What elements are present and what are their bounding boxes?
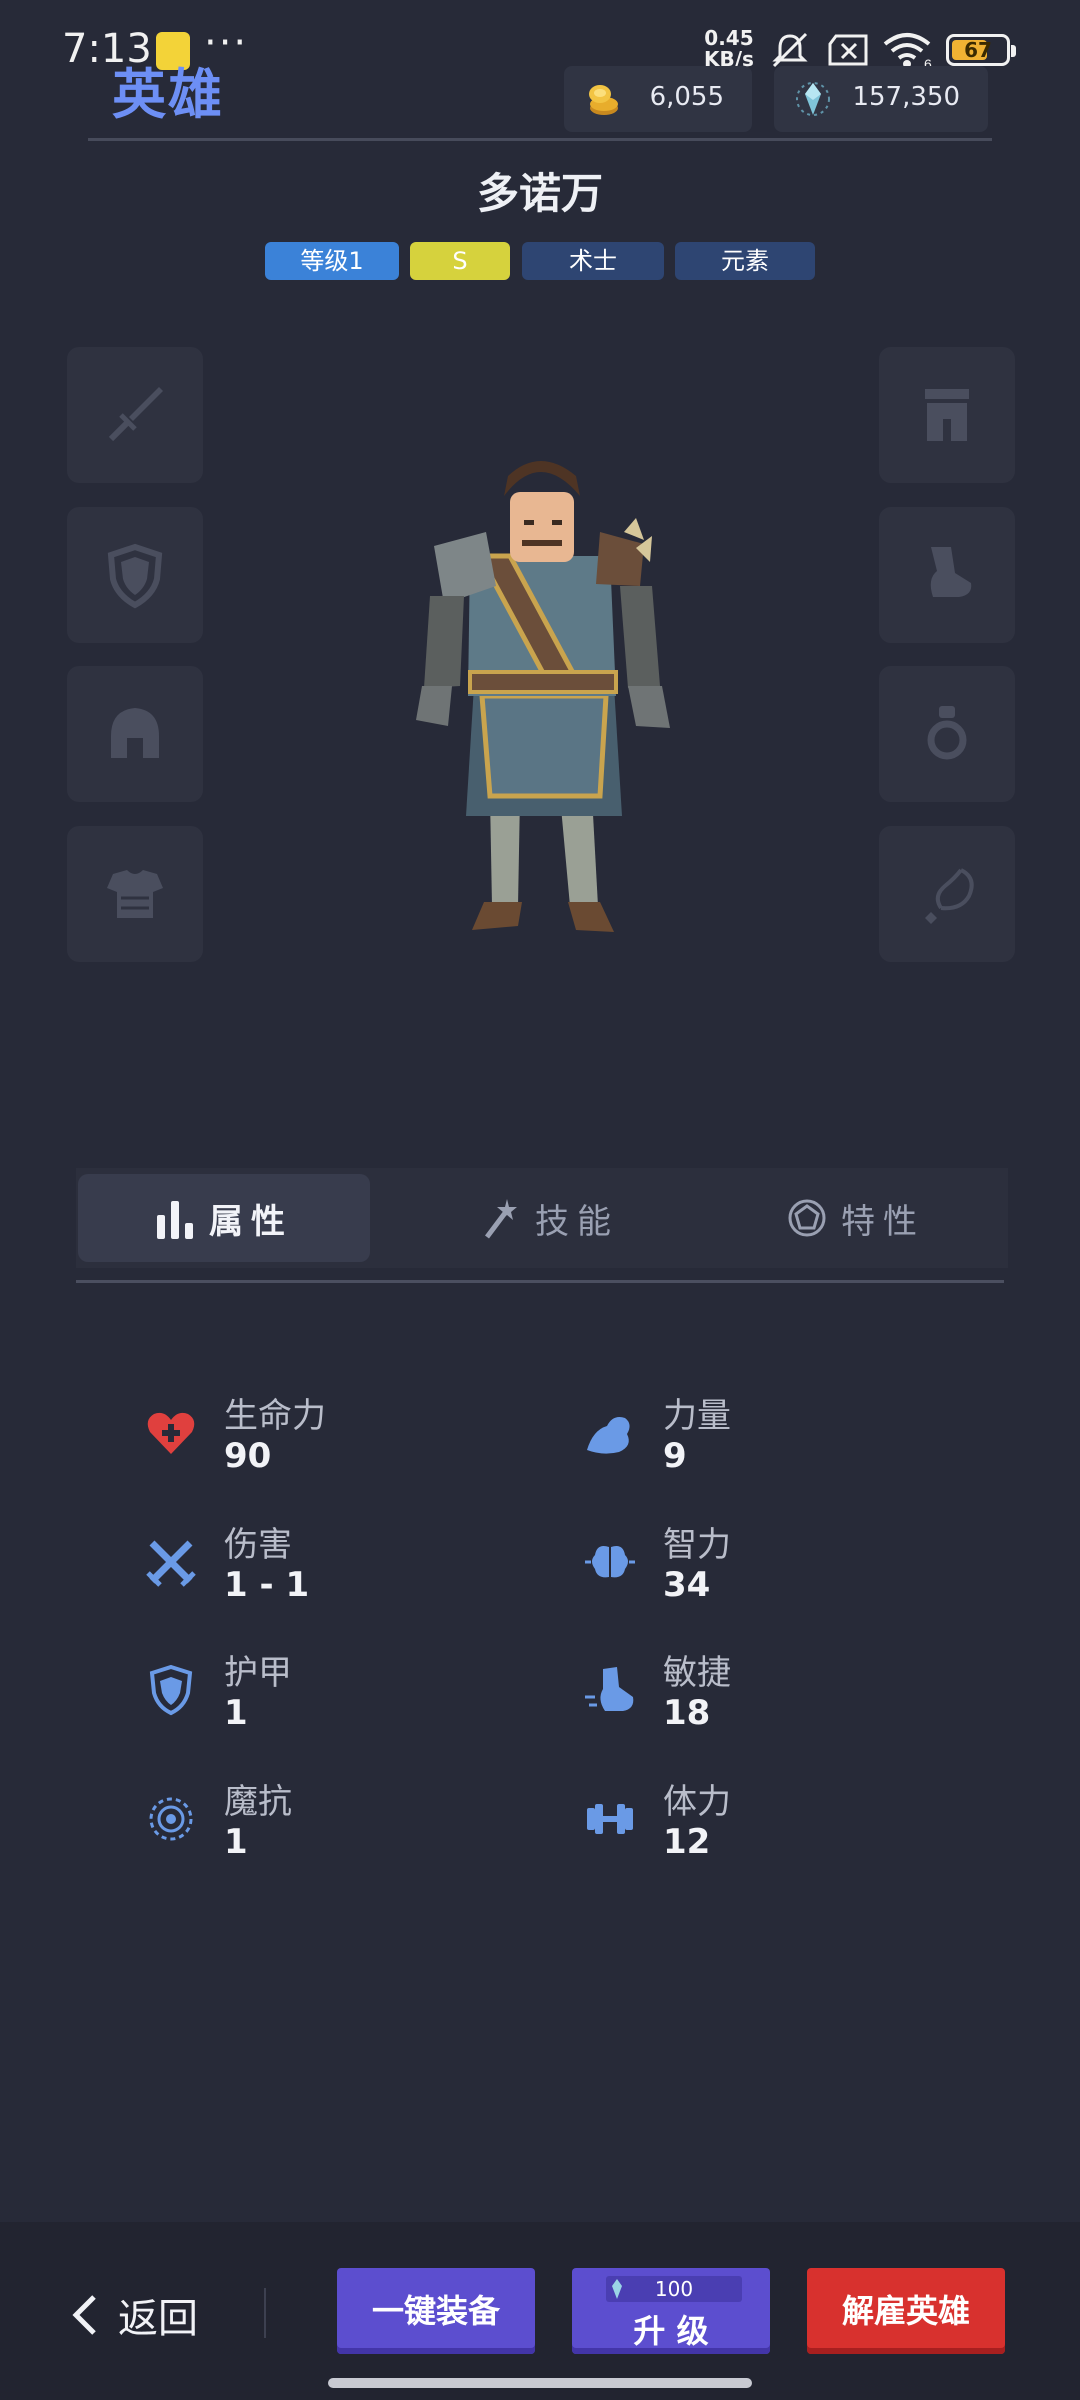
- equip-all-button[interactable]: 一键装备: [337, 2268, 535, 2354]
- dumbbell-icon: [587, 1804, 633, 1834]
- bar-chart-icon: [157, 1201, 193, 1239]
- back-button[interactable]: 返回: [70, 2282, 198, 2348]
- stat-value: 12: [663, 1822, 711, 1862]
- hero-name: 多诺万: [476, 169, 603, 218]
- stat-label: 敏捷: [663, 1653, 731, 1693]
- bottom-action-bar: 返回 一键装备 100 升 级 解雇英雄: [0, 2222, 1080, 2400]
- stat-value: 34: [663, 1565, 711, 1605]
- stat-label: 伤害: [224, 1525, 292, 1565]
- stat-value: 1: [224, 1822, 248, 1862]
- battery-level: 67: [964, 38, 992, 62]
- level-tag: 等级1: [265, 242, 399, 280]
- stat-label: 力量: [663, 1396, 731, 1436]
- divider: [264, 2288, 266, 2338]
- pants-slot[interactable]: [879, 347, 1015, 483]
- class-tag: 术士: [522, 242, 664, 280]
- stat-value: 1: [224, 1693, 248, 1733]
- network-speed-value: 0.45: [704, 26, 754, 50]
- header-divider: [88, 138, 992, 141]
- upgrade-cost-value: 100: [654, 2277, 694, 2301]
- upgrade-label: 升 级: [633, 2312, 709, 2350]
- stat-label: 体力: [663, 1782, 731, 1822]
- tab-skills[interactable]: 技能: [410, 1174, 690, 1262]
- weapon-slot[interactable]: [67, 347, 203, 483]
- home-indicator[interactable]: [328, 2378, 752, 2388]
- stat-label: 生命力: [224, 1396, 326, 1436]
- tab-traits-label: 特性: [841, 1201, 925, 1242]
- shield-icon: [107, 543, 163, 609]
- necklace-slot[interactable]: [879, 826, 1015, 962]
- gold-coins-icon: [589, 85, 618, 115]
- spiral-icon: [149, 1797, 193, 1841]
- gem-amount: 157,350: [852, 82, 960, 112]
- hero-model: [416, 461, 670, 932]
- back-label: 返回: [118, 2296, 198, 2342]
- stat-value: 90: [224, 1436, 272, 1476]
- boot-icon: [585, 1667, 634, 1711]
- pants-icon: [925, 389, 969, 441]
- stat-stamina: 体力 12: [583, 1774, 983, 1884]
- ring-icon: [927, 706, 967, 760]
- tab-attributes[interactable]: 属性: [78, 1174, 370, 1262]
- gem-counter[interactable]: 157,350: [774, 66, 988, 132]
- tab-bar: 属性 技能 特性: [76, 1168, 1008, 1268]
- magic-wand-icon: [485, 1199, 517, 1239]
- page-title: 英雄: [112, 63, 224, 126]
- amulet-icon: [925, 868, 974, 924]
- stat-armor: 护甲 1: [144, 1645, 544, 1755]
- stat-damage: 伤害 1 - 1: [144, 1517, 544, 1627]
- upgrade-button[interactable]: 100 升 级: [572, 2268, 770, 2354]
- stat-value: 1 - 1: [224, 1565, 310, 1605]
- boots-slot[interactable]: [879, 507, 1015, 643]
- shield-icon: [149, 1664, 193, 1716]
- helmet-slot[interactable]: [67, 666, 203, 802]
- tab-divider: [76, 1280, 1004, 1283]
- crystal-icon: [612, 2279, 622, 2299]
- stat-value: 9: [663, 1436, 687, 1476]
- equip-all-label: 一键装备: [371, 2292, 500, 2330]
- stat-agility: 敏捷 18: [583, 1645, 983, 1755]
- armor-slot[interactable]: [67, 826, 203, 962]
- dismiss-hero-button[interactable]: 解雇英雄: [807, 2268, 1005, 2354]
- stat-intelligence: 智力 34: [583, 1517, 983, 1627]
- stat-label: 智力: [663, 1525, 731, 1565]
- stat-label: 魔抗: [224, 1782, 292, 1822]
- wifi-icon: 6: [883, 33, 932, 70]
- brain-icon: [585, 1546, 635, 1578]
- tab-skills-label: 技能: [535, 1201, 619, 1242]
- gold-amount: 6,055: [649, 82, 724, 112]
- chest-armor-icon: [107, 870, 163, 918]
- upgrade-cost: 100: [606, 2276, 742, 2302]
- shield-slot[interactable]: [67, 507, 203, 643]
- stat-label: 护甲: [224, 1653, 292, 1693]
- battery-icon: 67: [946, 34, 1016, 66]
- stat-value: 18: [663, 1693, 711, 1733]
- helmet-icon: [111, 708, 159, 758]
- crossed-swords-icon: [146, 1540, 196, 1587]
- crystal-icon: [796, 82, 830, 116]
- heart-icon: [147, 1412, 195, 1454]
- tab-traits[interactable]: 特性: [716, 1174, 996, 1262]
- ring-slot[interactable]: [879, 666, 1015, 802]
- stat-vitality: 生命力 90: [144, 1388, 544, 1498]
- arm-icon: [587, 1417, 630, 1454]
- no-sim-icon: [828, 34, 868, 66]
- chevron-left-icon: [72, 2295, 96, 2335]
- mute-icon: [772, 32, 808, 68]
- badge-icon: [788, 1199, 826, 1237]
- stat-magic-resist: 魔抗 1: [144, 1774, 544, 1884]
- gold-counter[interactable]: 6,055: [564, 66, 752, 132]
- sword-icon: [108, 387, 163, 442]
- boot-icon: [930, 547, 972, 597]
- rank-tag: S: [410, 242, 510, 280]
- dismiss-hero-label: 解雇英雄: [841, 2292, 970, 2330]
- hero-screen: 7:13 ··· 0.45 KB/s 6 67 英雄 6,055 157,350…: [0, 0, 1080, 2400]
- network-speed: 0.45 KB/s: [704, 28, 754, 70]
- tab-attributes-label: 属性: [209, 1201, 293, 1242]
- stat-strength: 力量 9: [583, 1388, 983, 1498]
- element-tag: 元素: [675, 242, 815, 280]
